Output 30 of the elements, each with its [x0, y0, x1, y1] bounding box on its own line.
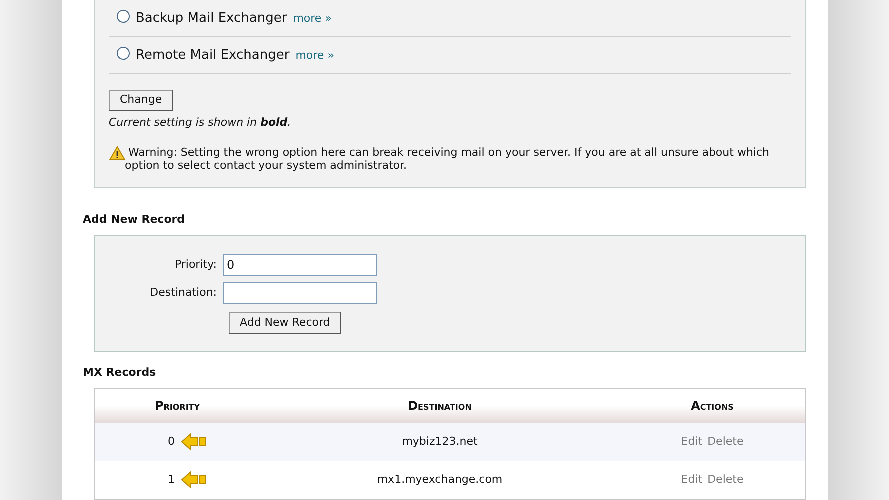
- left-arrow-icon[interactable]: [181, 433, 207, 451]
- table-cell-text: 1: [168, 472, 175, 488]
- section-heading: Add New Record: [83, 212, 186, 228]
- change-button[interactable]: Change: [109, 90, 174, 111]
- edit-link[interactable]: Edit: [681, 472, 703, 488]
- warning-icon: [109, 146, 126, 160]
- section-heading: MX Records: [83, 364, 158, 380]
- radio-button[interactable]: [117, 47, 130, 60]
- column-header: Priority: [154, 398, 202, 415]
- more-link[interactable]: more »: [296, 48, 334, 64]
- note-text: Current setting is shown in bold.: [109, 115, 292, 131]
- add-record-button[interactable]: Add New Record: [229, 312, 342, 334]
- field-label: Destination:: [149, 284, 218, 301]
- table-cell-text: mx1.myexchange.com: [376, 472, 504, 488]
- input-field[interactable]: 0: [223, 254, 377, 276]
- option-label: Remote Mail Exchanger: [136, 47, 290, 66]
- table-cell-text: mybiz123.net: [401, 434, 479, 450]
- warning-text: Warning: Setting the wrong option here can break receiving mail on your server. If you are at all unsure about which option to select contact your system administrator.: [125, 146, 770, 172]
- input-field[interactable]: [223, 282, 377, 304]
- left-arrow-icon[interactable]: [181, 471, 207, 489]
- radio-button[interactable]: [117, 10, 130, 23]
- more-link[interactable]: more »: [293, 10, 332, 28]
- column-header: Actions: [690, 398, 735, 415]
- delete-link[interactable]: Delete: [708, 434, 744, 450]
- table-cell-text: 0: [168, 434, 175, 450]
- edit-link[interactable]: Edit: [681, 434, 703, 450]
- column-header: Destination: [407, 398, 473, 415]
- field-label: Priority:: [174, 256, 218, 273]
- option-label: Backup Mail Exchanger: [136, 10, 288, 28]
- delete-link[interactable]: Delete: [708, 472, 744, 488]
